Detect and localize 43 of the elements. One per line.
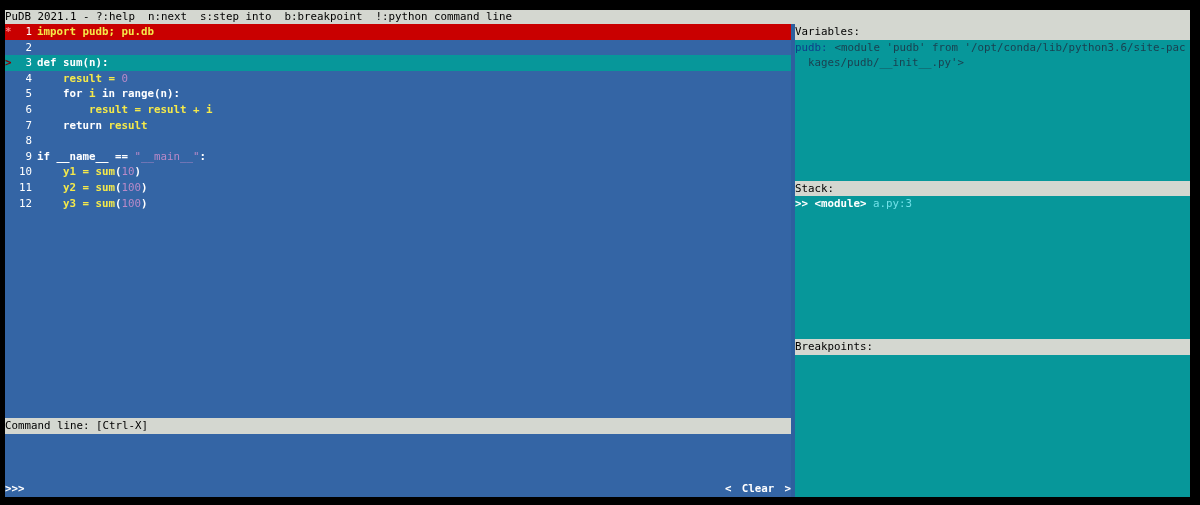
stack-header: Stack:: [795, 180, 1190, 197]
code-text: result = 0: [62, 70, 129, 87]
title-bar: PuDB 2021.1 - ?:help n:next s:step into b:breakpoint !:python command line: [5, 10, 1190, 24]
code-line[interactable]: 11 y2 = sum(100): [5, 179, 791, 196]
code-line[interactable]: 4 result = 0: [5, 70, 791, 87]
prompt: >>>: [5, 481, 25, 497]
variable-entry[interactable]: pudb: <module 'pudb' from '/opt/conda/lib/python3.6/site-pac kages/pudb/__init__.py'>: [795, 39, 1190, 71]
stack-frame[interactable]: >> <module> a.py:3: [795, 196, 1190, 212]
code-text: return result: [62, 117, 148, 134]
line-number: 12: [19, 195, 33, 212]
breakpoint-marker: *: [5, 24, 12, 40]
code-text: y3 = sum(100): [62, 195, 148, 212]
breakpoints-header: Breakpoints:: [795, 339, 1190, 355]
line-number: 2: [25, 39, 33, 56]
code-text: y2 = sum(100): [62, 179, 148, 196]
code-line[interactable]: 8: [5, 133, 791, 149]
code-text: def sum(n):: [37, 55, 109, 71]
line-number: 8: [25, 133, 33, 149]
line-number: 5: [25, 86, 33, 102]
clear-button[interactable]: < Clear >: [725, 481, 791, 497]
line-number: 3: [25, 55, 33, 71]
code-line[interactable]: 2: [5, 39, 791, 56]
line-number: 6: [25, 101, 33, 118]
code-line[interactable]: 10 y1 = sum(10): [5, 164, 791, 180]
code-line[interactable]: 12 y3 = sum(100): [5, 195, 791, 212]
variables-header: Variables:: [795, 24, 1190, 40]
command-line-header: Command line: [Ctrl-X]: [5, 418, 791, 434]
current-line-marker: >: [5, 55, 12, 71]
code-text: result = result + i: [88, 101, 213, 118]
code-line[interactable]: 7 return result: [5, 117, 791, 134]
line-number: 4: [25, 70, 33, 87]
line-number: 9: [25, 148, 33, 165]
code-line[interactable]: 5 for i in range(n):: [5, 86, 791, 102]
line-number: 11: [19, 179, 33, 196]
code-line[interactable]: 6 result = result + i: [5, 101, 791, 118]
line-number: 10: [19, 164, 33, 180]
code-text: import pudb; pu.db: [37, 24, 154, 40]
code-text: y1 = sum(10): [62, 164, 142, 180]
code-text: if __name__ == "__main__":: [37, 148, 207, 165]
line-number: 1: [25, 24, 33, 40]
code-text: for i in range(n):: [62, 86, 181, 102]
line-number: 7: [25, 117, 33, 134]
code-line[interactable]: 9 if __name__ == "__main__":: [5, 148, 791, 165]
